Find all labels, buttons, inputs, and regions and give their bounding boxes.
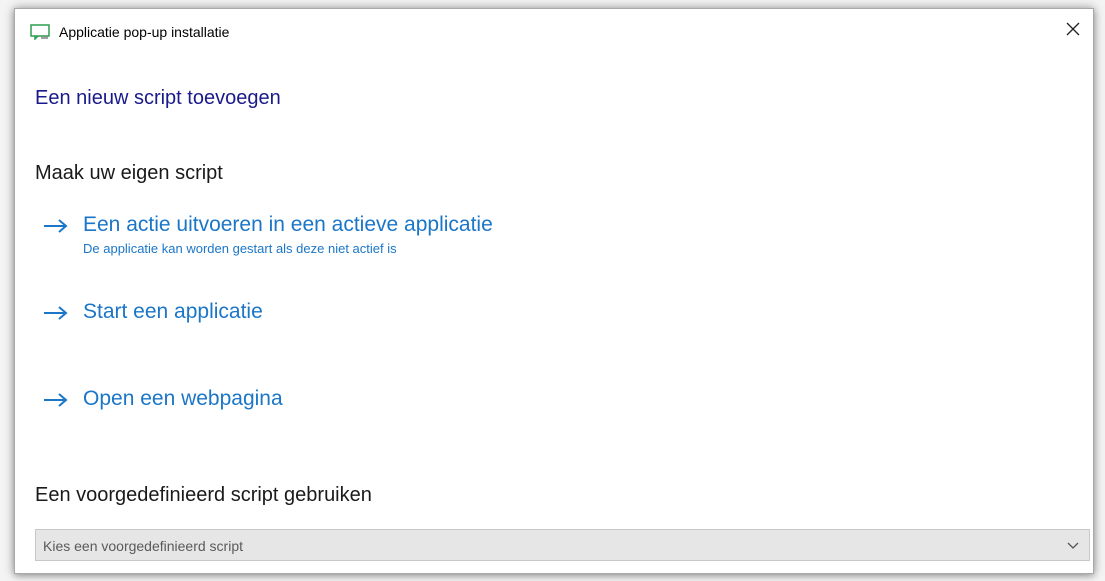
window-title: Applicatie pop-up installatie [59, 24, 230, 40]
action-label: Open een webpagina [83, 387, 283, 410]
arrow-right-icon [44, 219, 68, 233]
title-bar: Applicatie pop-up installatie [15, 9, 1093, 51]
arrow-right-icon [44, 306, 68, 320]
action-label: Start een applicatie [83, 300, 263, 323]
action-sublabel: De applicatie kan worden gestart als dez… [83, 241, 397, 256]
action-label: Een actie uitvoeren in een actieve appli… [83, 213, 493, 236]
select-value: Kies een voorgedefinieerd script [43, 538, 244, 554]
close-button[interactable] [1053, 9, 1093, 49]
predefined-script-select[interactable]: Kies een voorgedefinieerd script [35, 529, 1090, 561]
arrow-right-icon [44, 393, 68, 407]
predefined-script-heading: Een voorgedefinieerd script gebruiken [35, 484, 372, 506]
own-script-heading: Maak uw eigen script [35, 162, 223, 184]
window-popup-icon [30, 24, 50, 41]
chevron-down-icon [1067, 542, 1079, 549]
app-window: Applicatie pop-up installatie Een nieuw … [14, 8, 1094, 574]
page-title: Een nieuw script toevoegen [35, 87, 281, 109]
close-icon [1066, 22, 1080, 36]
